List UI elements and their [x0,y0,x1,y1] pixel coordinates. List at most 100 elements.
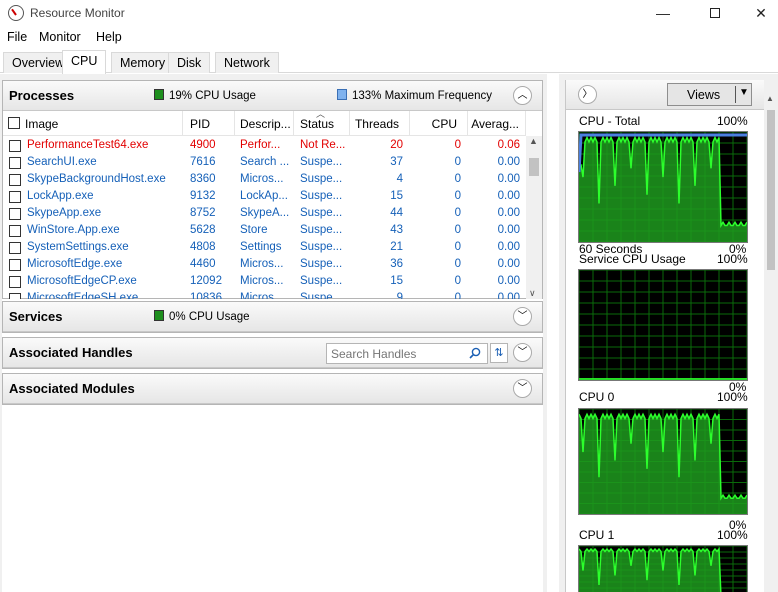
tab-memory[interactable]: Memory [111,52,175,73]
process-row[interactable]: PerformanceTest64.exe 4900 Perfor... Not Re… [3,138,526,155]
process-row[interactable]: MicrosoftEdgeCP.exe 12092 Micros... Suspe..… [3,274,526,291]
expand-handles-button[interactable]: ﹀ [513,343,532,362]
process-cpu: 0 [454,224,461,236]
process-checkbox[interactable] [9,208,21,220]
process-pid: 5628 [190,224,216,236]
col-description[interactable]: Descrip... [235,111,294,136]
process-row[interactable]: WinStore.App.exe 5628 Store Suspe... 43 0 0.00 [3,223,526,240]
search-icon[interactable] [469,347,481,359]
processes-scrollbar[interactable]: ▲ ∨ [526,136,542,299]
col-pid[interactable]: PID [183,111,235,136]
process-status: Suspe... [300,156,343,168]
process-desc: Micros... [240,258,284,270]
process-cpu: 0 [454,292,461,299]
process-desc: Micros... [240,173,284,185]
processes-table-header: Image PID Descrip... ︿ Status Threads CPU… [3,111,526,136]
process-checkbox[interactable] [9,225,21,237]
pane-splitter[interactable] [547,74,559,592]
graph-title: Service CPU Usage [579,252,686,266]
modules-header[interactable]: Associated Modules ﹀ [3,374,542,404]
handles-section: Associated Handles ⇅ ﹀ [2,337,543,369]
processes-table: Image PID Descrip... ︿ Status Threads CPU… [3,111,542,299]
process-row[interactable]: SkypeBackgroundHost.exe 8360 Micros... Susp… [3,172,526,189]
graphs-pane: 〉 Views ▼ CPU - Total 100% 60 Seconds 0% Ser… [565,80,778,592]
process-avg: 0.00 [497,207,520,219]
process-pid: 8360 [190,173,216,185]
process-image: MicrosoftEdgeSH.exe [27,292,139,299]
process-row[interactable]: SkypeApp.exe 8752 SkypeA... Suspe... 44 0 0.00 [3,206,526,223]
process-cpu: 0 [454,173,461,185]
process-checkbox[interactable] [9,242,21,254]
processes-header[interactable]: Processes 19% CPU Usage 133% Maximum Fre… [3,81,542,111]
tab-network[interactable]: Network [215,52,279,73]
close-button[interactable]: ✕ [738,0,778,27]
graphs-scroll-up-icon[interactable]: ▲ [766,94,774,103]
refresh-icon[interactable]: ⇅ [490,343,508,363]
process-threads: 9 [396,292,403,299]
processes-cpu-usage-text: 19% CPU Usage [169,90,256,102]
search-handles-box [326,343,488,364]
col-threads[interactable]: Threads [350,111,410,136]
scroll-down-icon[interactable]: ∨ [529,288,536,299]
cpu-graph [578,545,748,592]
views-dropdown[interactable]: Views ▼ [667,83,752,106]
views-separator [735,86,736,103]
handles-header[interactable]: Associated Handles ⇅ ﹀ [3,338,542,368]
process-desc: LockAp... [240,190,288,202]
process-row[interactable]: LockApp.exe 9132 LockAp... Suspe... 15 0 0.00 [3,189,526,206]
tab-cpu[interactable]: CPU [62,50,107,74]
process-row[interactable]: MicrosoftEdge.exe 4460 Micros... Suspe... 36… [3,257,526,274]
graphs-scrollbar[interactable]: ▲ [764,80,778,592]
process-image: WinStore.App.exe [27,224,120,236]
process-cpu: 0 [454,139,461,151]
services-header[interactable]: Services 0% CPU Usage ﹀ [3,302,542,332]
process-threads: 21 [390,241,403,253]
collapse-processes-button[interactable]: ︿ [513,86,532,105]
search-handles-input[interactable] [331,346,466,361]
process-row[interactable]: MicrosoftEdgeSH.exe 10836 Micros... Suspe..… [3,291,526,299]
process-pid: 9132 [190,190,216,202]
process-avg: 0.00 [497,241,520,253]
scroll-thumb[interactable] [529,158,539,176]
process-status: Suspe... [300,190,343,202]
process-checkbox[interactable] [9,140,21,152]
services-cpu-usage-text: 0% CPU Usage [169,311,250,323]
col-status[interactable]: ︿ Status [294,111,350,136]
tab-disk[interactable]: Disk [168,52,211,73]
graph-max-label: 100% [717,528,748,542]
process-desc: Settings [240,241,282,253]
col-average-cpu[interactable]: Averag... [468,111,526,136]
process-image: SkypeBackgroundHost.exe [27,173,166,185]
process-checkbox[interactable] [9,293,21,299]
process-row[interactable]: SearchUI.exe 7616 Search ... Suspe... 37 0 0.0… [3,155,526,172]
select-all-checkbox[interactable] [8,117,20,129]
process-threads: 43 [390,224,403,236]
expand-modules-button[interactable]: ﹀ [513,379,532,398]
expand-services-button[interactable]: ﹀ [513,307,532,326]
cpu-graph [578,408,748,515]
scroll-up-icon[interactable]: ▲ [529,136,538,146]
process-checkbox[interactable] [9,174,21,186]
process-checkbox[interactable] [9,259,21,271]
process-desc: Search ... [240,156,290,168]
process-pid: 8752 [190,207,216,219]
tab-bar: Overview CPU Memory Disk Network [0,50,778,74]
minimize-button[interactable]: — [640,0,686,27]
menu-monitor[interactable]: Monitor [39,30,81,44]
process-checkbox[interactable] [9,191,21,203]
process-checkbox[interactable] [9,276,21,288]
maximize-button[interactable] [692,0,738,27]
expand-graphs-button[interactable]: 〉 [578,85,597,104]
process-avg: 0.00 [497,224,520,236]
frequency-legend-icon [337,89,347,100]
col-image[interactable]: Image [3,111,183,136]
process-threads: 36 [390,258,403,270]
graphs-scroll-thumb[interactable] [767,110,775,270]
process-status: Suspe... [300,241,343,253]
menu-help[interactable]: Help [96,30,122,44]
process-checkbox[interactable] [9,157,21,169]
menu-file[interactable]: File [7,30,27,44]
col-cpu[interactable]: CPU [410,111,468,136]
process-row[interactable]: SystemSettings.exe 4808 Settings Suspe... 21… [3,240,526,257]
views-dropdown-icon[interactable]: ▼ [739,87,749,98]
